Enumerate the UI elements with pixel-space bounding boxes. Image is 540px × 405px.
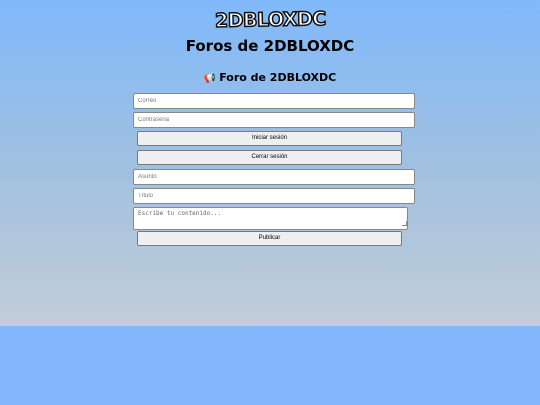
forum-heading: 📢 Foro de 2DBLOXDC xyxy=(0,71,540,84)
login-button[interactable]: Iniciar sesión xyxy=(137,131,402,146)
content-textarea[interactable] xyxy=(133,207,408,230)
megaphone-icon: 📢 xyxy=(203,73,217,84)
password-field[interactable] xyxy=(133,112,415,128)
forum-heading-text: Foro de 2DBLOXDC xyxy=(219,71,337,84)
subject-field[interactable] xyxy=(133,169,415,185)
page-title: Foros de 2DBLOXDC xyxy=(185,37,355,55)
site-logo[interactable]: 2DBLOXDC xyxy=(214,7,327,33)
publish-button[interactable]: Publicar xyxy=(137,231,402,246)
resize-handle-icon[interactable] xyxy=(402,221,407,226)
logout-button[interactable]: Cerrar sesión xyxy=(137,150,402,165)
logo-container: 2DBLOXDC xyxy=(0,7,540,33)
title-field[interactable] xyxy=(133,188,415,204)
email-field[interactable] xyxy=(133,93,415,109)
